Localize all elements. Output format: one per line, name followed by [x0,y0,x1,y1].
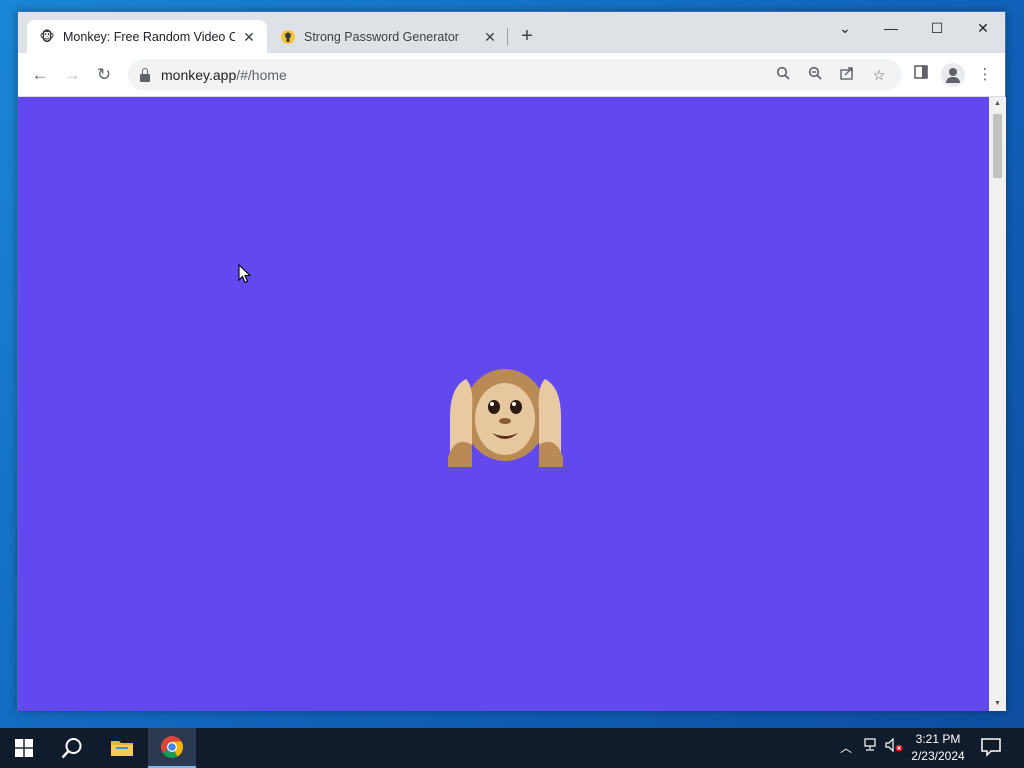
url-text[interactable]: monkey.app/#/home [161,67,287,83]
scroll-down-icon[interactable]: ▼ [989,697,1006,711]
hear-no-evil-monkey-icon [448,369,563,467]
show-hidden-icons-icon[interactable]: ︿ [836,738,856,758]
forward-icon[interactable]: → [60,63,84,87]
profile-avatar-icon[interactable] [941,63,965,87]
close-tab-icon[interactable]: ✕ [241,29,257,45]
address-bar[interactable]: monkey.app/#/home ☆ [128,59,902,91]
search-icon[interactable] [773,65,793,85]
zoom-out-icon[interactable] [805,65,825,85]
side-panel-icon[interactable] [909,63,933,87]
windows-start-icon[interactable] [0,728,48,768]
back-icon[interactable]: ← [28,63,52,87]
search-icon[interactable] [48,728,96,768]
tab-password-generator[interactable]: Strong Password Generator ✕ [268,20,508,53]
browser-window: 🐵 Monkey: Free Random Video Ch ✕ Strong … [17,11,1006,711]
url-path: /#/home [236,67,287,83]
close-icon[interactable]: ✕ [960,15,1006,41]
password-generator-icon [280,29,296,45]
tab-separator [507,28,508,46]
page-content [18,97,989,711]
tab-monkey[interactable]: 🐵 Monkey: Free Random Video Ch ✕ [27,20,267,53]
scroll-up-icon[interactable]: ▲ [989,97,1006,111]
reload-icon[interactable]: ↻ [92,63,116,87]
network-icon[interactable] [860,738,880,758]
clock[interactable]: 3:21 PM 2/23/2024 [900,731,976,765]
clock-time: 3:21 PM [915,732,961,746]
share-icon[interactable] [837,65,857,85]
tab-search-icon[interactable]: ⌄ [822,15,868,41]
file-explorer-icon[interactable] [98,728,146,768]
lock-icon[interactable] [140,68,150,82]
tab-title: Monkey: Free Random Video Ch [63,29,235,44]
scroll-thumb[interactable] [993,114,1002,178]
url-host: monkey.app [161,67,237,83]
close-tab-icon[interactable]: ✕ [482,29,498,45]
bookmark-star-icon[interactable]: ☆ [869,65,889,85]
chrome-icon[interactable] [148,728,196,768]
tab-title: Strong Password Generator [304,29,459,44]
tab-strip: 🐵 Monkey: Free Random Video Ch ✕ Strong … [18,12,1005,53]
monkey-face-icon: 🐵 [39,28,55,44]
mouse-cursor-icon [238,264,252,284]
notification-center-icon[interactable] [980,736,1004,760]
browser-toolbar: ← → ↻ monkey.app/#/home ☆ ⋮ [18,53,1005,97]
new-tab-button[interactable]: + [515,25,539,49]
taskbar: ︿ 3:21 PM 2/23/2024 [0,728,1024,768]
clock-date: 2/23/2024 [911,749,965,763]
more-menu-icon[interactable]: ⋮ [973,63,997,87]
maximize-icon[interactable]: ☐ [914,15,960,41]
minimize-icon[interactable]: — [868,15,914,41]
vertical-scrollbar[interactable]: ▲ ▼ [989,97,1006,711]
